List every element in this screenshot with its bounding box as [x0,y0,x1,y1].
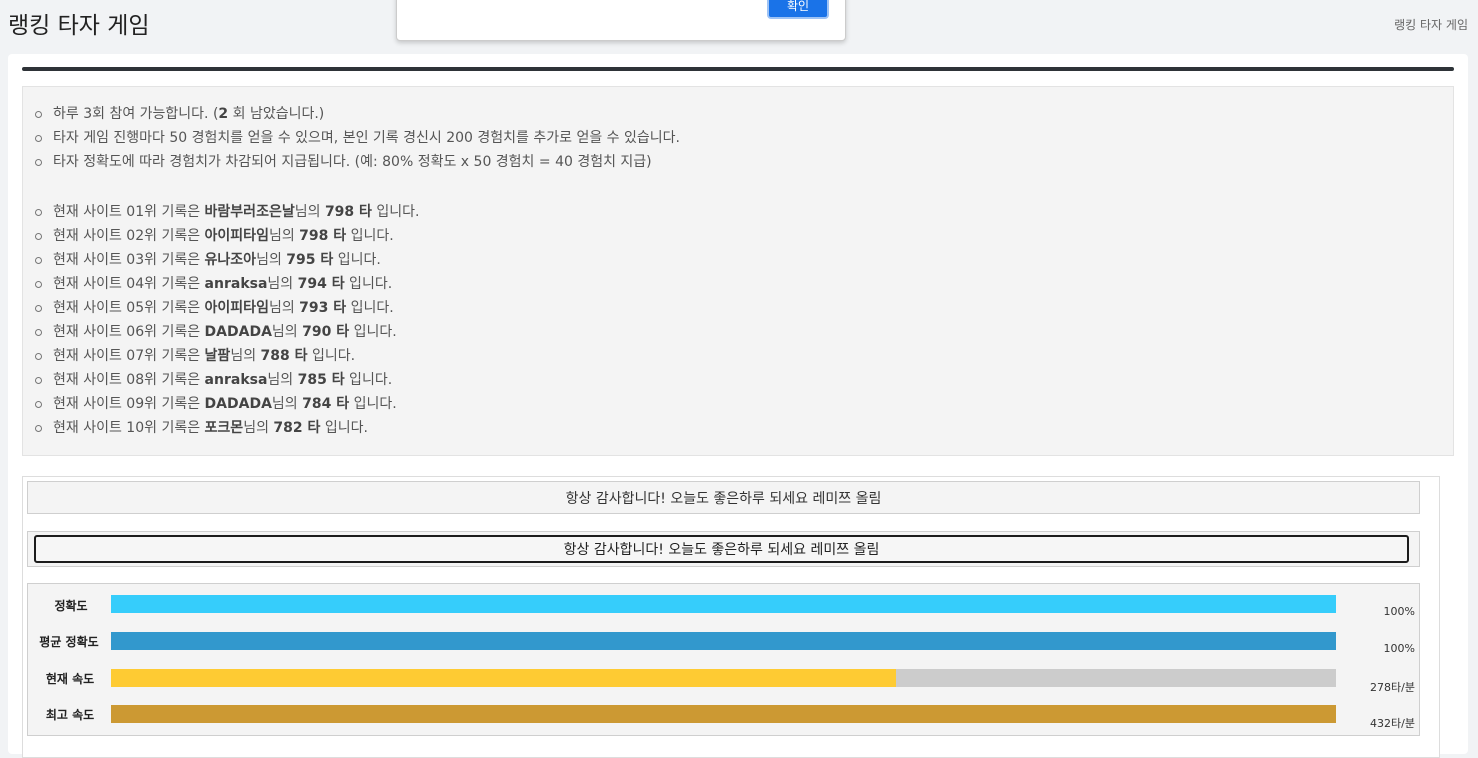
rank-user: 바람부러조은날 [204,204,295,220]
stat-value-max-speed: 432타/분 [1370,717,1415,730]
stat-value-avg-accuracy: 100% [1383,642,1415,655]
rank-mid: 님의 [267,372,298,388]
rank-mid: 님의 [256,252,287,268]
rank-score: 790 타 [302,324,350,340]
rank-mid: 님의 [294,204,325,220]
rank-prefix: 현재 사이트 05위 기록은 [53,300,205,316]
ranking-item: 현재 사이트 08위 기록은 anraksa님의 785 타 입니다. [23,368,419,392]
rank-mid: 님의 [268,228,300,244]
notice-item: 타자 정확도에 따라 경험치가 차감되어 지급됩니다. (예: 80% 정확도 … [23,150,680,174]
notice-text: 회 남았습니다.) [228,106,325,122]
stats-panel: 정확도 100% 평균 정확도 100% 현재 속도 278타/분 최고 속도 … [27,583,1420,736]
rank-score: 798 타 [299,228,347,244]
rank-user: anraksa [204,372,268,388]
alert-dialog: 확인 [396,0,846,41]
stat-value-accuracy: 100% [1383,605,1415,618]
ranking-item: 현재 사이트 10위 기록은 포크몬님의 782 타 입니다. [23,416,419,440]
stat-label-avg-accuracy: 평균 정확도 [39,635,99,649]
ranking-list: 현재 사이트 01위 기록은 바람부러조은날님의 798 타 입니다. 현재 사… [23,200,419,440]
rank-user: 아이피타임 [204,228,269,244]
rank-user: 날팜 [204,348,231,364]
rank-suffix: 입니다. [346,300,394,316]
rank-user: anraksa [204,276,268,292]
stat-value-current-speed: 278타/분 [1370,681,1415,694]
stat-fill-accuracy [111,595,1336,613]
rank-score: 798 타 [324,204,372,220]
ranking-item: 현재 사이트 02위 기록은 아이피타임님의 798 타 입니다. [23,224,419,248]
rank-user: 포크몬 [204,420,244,436]
stat-bar-max-speed [111,705,1336,723]
rank-mid: 님의 [271,396,303,412]
rank-score: 784 타 [302,396,350,412]
typing-input-wrapper [27,531,1420,567]
breadcrumb[interactable]: 랭킹 타자 게임 [1394,16,1468,33]
rank-prefix: 현재 사이트 08위 기록은 [53,372,205,388]
rank-prefix: 현재 사이트 02위 기록은 [53,228,205,244]
stat-bar-avg-accuracy [111,632,1336,650]
notice-text: 하루 3회 참여 가능합니다. ( [53,106,219,122]
rank-score: 794 타 [297,276,345,292]
rank-mid: 님의 [268,300,300,316]
rank-suffix: 입니다. [346,228,394,244]
stat-fill-avg-accuracy [111,632,1336,650]
rank-user: 유나조아 [204,252,257,268]
rank-suffix: 입니다. [349,396,397,412]
rank-mid: 님의 [267,276,298,292]
rank-mid: 님의 [271,324,303,340]
rank-user: DADADA [204,396,272,412]
ranking-item: 현재 사이트 05위 기록은 아이피타임님의 793 타 입니다. [23,296,419,320]
stat-fill-max-speed [111,705,1336,723]
rank-user: DADADA [204,324,272,340]
rank-score: 782 타 [273,420,321,436]
ranking-item: 현재 사이트 04위 기록은 anraksa님의 794 타 입니다. [23,272,419,296]
rank-suffix: 입니다. [344,276,393,292]
rank-score: 785 타 [297,372,345,388]
remaining-count: 2 [218,106,229,122]
ranking-item: 현재 사이트 03위 기록은 유나조아님의 795 타 입니다. [23,248,419,272]
stat-bar-current-speed [111,669,1336,687]
rank-suffix: 입니다. [320,420,368,436]
rank-prefix: 현재 사이트 07위 기록은 [53,348,205,364]
rank-suffix: 입니다. [307,348,356,364]
rank-prefix: 현재 사이트 10위 기록은 [53,420,205,436]
rank-prefix: 현재 사이트 01위 기록은 [53,204,205,220]
stat-label-max-speed: 최고 속도 [45,708,95,722]
rank-prefix: 현재 사이트 06위 기록은 [53,324,205,340]
notice-list: 하루 3회 참여 가능합니다. (2 회 남았습니다.) 타자 게임 진행마다 … [23,102,680,174]
rank-score: 793 타 [299,300,347,316]
ranking-item: 현재 사이트 07위 기록은 날팜님의 788 타 입니다. [23,344,419,368]
notice-item: 하루 3회 참여 가능합니다. (2 회 남았습니다.) [23,102,680,126]
rank-suffix: 입니다. [349,324,397,340]
typing-input[interactable] [34,535,1409,563]
top-divider [22,67,1454,71]
stat-label-current-speed: 현재 속도 [45,672,95,686]
rank-prefix: 현재 사이트 09위 기록은 [53,396,205,412]
page-title: 랭킹 타자 게임 [8,13,150,39]
rank-suffix: 입니다. [371,204,420,220]
rank-score: 788 타 [260,348,308,364]
ranking-item: 현재 사이트 06위 기록은 DADADA님의 790 타 입니다. [23,320,419,344]
stat-bar-accuracy [111,595,1336,613]
typing-game-area: 항상 감사합니다! 오늘도 좋은하루 되세요 레미쯔 올림 정확도 100% 평… [22,476,1440,758]
confirm-button[interactable]: 확인 [767,0,829,19]
rank-suffix: 입니다. [344,372,393,388]
rank-prefix: 현재 사이트 03위 기록은 [53,252,205,268]
target-sentence: 항상 감사합니다! 오늘도 좋은하루 되세요 레미쯔 올림 [27,481,1420,514]
rank-mid: 님의 [230,348,261,364]
notice-text: 타자 정확도에 따라 경험치가 차감되어 지급됩니다. (예: 80% 정확도 … [53,154,652,170]
ranking-item: 현재 사이트 09위 기록은 DADADA님의 784 타 입니다. [23,392,419,416]
stat-fill-current-speed [111,669,897,687]
rank-suffix: 입니다. [333,252,381,268]
stat-label-accuracy: 정확도 [54,599,88,613]
notice-text: 타자 게임 진행마다 50 경험치를 얻을 수 있으며, 본인 기록 경신시 2… [53,130,680,146]
rank-user: 아이피타임 [204,300,269,316]
rank-mid: 님의 [243,420,274,436]
rank-score: 795 타 [286,252,334,268]
notice-item: 타자 게임 진행마다 50 경험치를 얻을 수 있으며, 본인 기록 경신시 2… [23,126,680,150]
ranking-item: 현재 사이트 01위 기록은 바람부러조은날님의 798 타 입니다. [23,200,419,224]
content-panel: 하루 3회 참여 가능합니다. (2 회 남았습니다.) 타자 게임 진행마다 … [8,54,1468,758]
info-box: 하루 3회 참여 가능합니다. (2 회 남았습니다.) 타자 게임 진행마다 … [22,86,1454,456]
rank-prefix: 현재 사이트 04위 기록은 [53,276,205,292]
